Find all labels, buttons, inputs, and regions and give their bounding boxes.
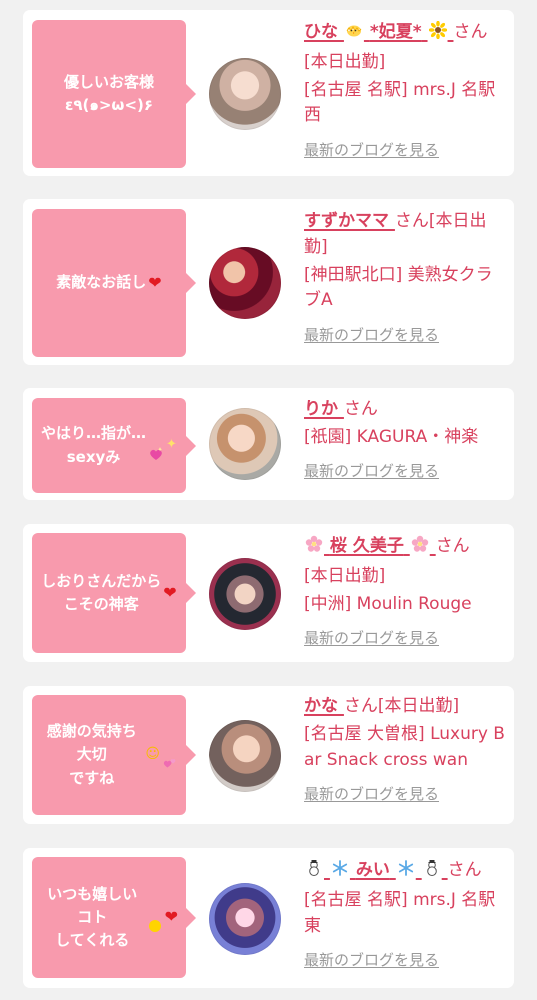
review-text: いつも嬉しいコト してくれる bbox=[47, 884, 138, 950]
name-suffix: さん bbox=[343, 399, 378, 419]
profile-avatar[interactable] bbox=[209, 720, 281, 792]
review-card-5: 感謝の気持ち大切 ですね ☺ かな さん[本日出勤] [名古屋 大曽根] Lux… bbox=[23, 686, 514, 824]
name-line: りか さん bbox=[304, 397, 507, 423]
name-line: みい さん bbox=[304, 858, 507, 886]
profile-name: 桜 久美子 bbox=[329, 536, 404, 556]
snowflake-icon bbox=[331, 859, 349, 886]
snowman-icon bbox=[423, 859, 441, 886]
shop-location: [神田駅北口] 美熟女クラブA bbox=[304, 264, 493, 311]
name-suffix-and-status: さん[本日出勤] bbox=[343, 696, 460, 716]
latest-blog-link[interactable]: 最新のブログを見る bbox=[304, 628, 507, 649]
profile-info: みい さん [名古屋 名駅] mrs.J 名駅東 最新のブログを見る bbox=[304, 858, 507, 971]
review-card-2: 素敵なお話し ❤ すずかママ さん[本日出勤] [神田駅北口] 美熟女クラブA … bbox=[23, 199, 514, 365]
profile-name-link[interactable]: りか bbox=[304, 399, 344, 419]
profile-info: すずかママ さん[本日出勤] [神田駅北口] 美熟女クラブA 最新のブログを見る bbox=[304, 209, 507, 346]
name-line: かな さん[本日出勤] bbox=[304, 694, 507, 720]
profile-avatar[interactable] bbox=[209, 883, 281, 955]
review-bubble: しおりさんだから こその神客 ❤ bbox=[32, 533, 186, 653]
review-text: 優しいお客様 ε٩(๑>ω<)۶ bbox=[63, 72, 154, 114]
red-heart-icon: ❤ bbox=[148, 272, 162, 292]
sparkling-heart-icon bbox=[148, 422, 164, 469]
attendance-status: [本日出勤] bbox=[304, 51, 386, 72]
name-suffix: さん bbox=[447, 860, 482, 880]
latest-blog-link[interactable]: 最新のブログを見る bbox=[304, 950, 507, 971]
shop-location: [名古屋 大曽根] Luxury Bar Snack cross wan bbox=[304, 723, 505, 770]
smiling-face-icon: ☺ bbox=[145, 746, 160, 763]
review-card-6: いつも嬉しいコト してくれる ❤ みい さん [名古屋 名駅] mrs.J 名駅… bbox=[23, 848, 514, 988]
sparkles-icon: ✦ bbox=[166, 437, 177, 453]
name-suffix: さん bbox=[435, 536, 470, 556]
hatching-chick-icon bbox=[345, 21, 363, 48]
profile-name-decoration: *妃夏* bbox=[369, 22, 422, 42]
profile-name: かな bbox=[304, 696, 338, 716]
latest-blog-link[interactable]: 最新のブログを見る bbox=[304, 461, 507, 482]
shop-location: [祇園] KAGURA・神楽 bbox=[304, 426, 479, 447]
profile-name-link[interactable]: 桜 久美子 bbox=[304, 535, 436, 556]
profile-name-link[interactable]: かな bbox=[304, 696, 344, 716]
yellow-dot-icon bbox=[147, 894, 163, 941]
profile-name: ひな bbox=[304, 22, 338, 42]
review-text: 素敵なお話し bbox=[56, 273, 147, 292]
cherry-blossom-icon bbox=[411, 535, 429, 562]
red-heart-icon: ❤ bbox=[164, 907, 178, 927]
latest-blog-link[interactable]: 最新のブログを見る bbox=[304, 325, 507, 346]
profile-info: 桜 久美子 さん [本日出勤] [中洲] Moulin Rouge 最新のブログ… bbox=[304, 534, 507, 649]
cherry-blossom-icon bbox=[305, 535, 323, 562]
name-line: ひな *妃夏* さん bbox=[304, 20, 507, 48]
name-suffix: さん bbox=[453, 22, 488, 42]
sunflower-icon bbox=[428, 20, 447, 48]
review-bubble: 素敵なお話し ❤ bbox=[32, 209, 186, 357]
review-card-3: やはり…指が… sexyみ ✦ りか さん [祇園] KAGURA・神楽 最新の… bbox=[23, 388, 514, 500]
profile-info: かな さん[本日出勤] [名古屋 大曽根] Luxury Bar Snack c… bbox=[304, 694, 507, 805]
profile-avatar[interactable] bbox=[209, 558, 281, 630]
shop-location: [名古屋 名駅] mrs.J 名駅西 bbox=[304, 79, 496, 126]
profile-name: すずかママ bbox=[304, 211, 389, 231]
latest-blog-link[interactable]: 最新のブログを見る bbox=[304, 784, 507, 805]
review-bubble: 感謝の気持ち大切 ですね ☺ bbox=[32, 695, 186, 815]
shop-location: [中洲] Moulin Rouge bbox=[304, 593, 472, 614]
name-line: 桜 久美子 さん bbox=[304, 534, 507, 562]
profile-name-link[interactable]: みい bbox=[304, 860, 448, 880]
review-bubble: 優しいお客様 ε٩(๑>ω<)۶ bbox=[32, 20, 186, 168]
profile-avatar[interactable] bbox=[209, 408, 281, 480]
attendance-status: [本日出勤] bbox=[304, 565, 386, 586]
red-heart-icon: ❤ bbox=[163, 582, 177, 602]
review-text: 感謝の気持ち大切 ですね bbox=[46, 722, 137, 787]
profile-name: りか bbox=[304, 399, 338, 419]
review-text: やはり…指が… sexyみ bbox=[41, 424, 147, 466]
profile-name-link[interactable]: ひな *妃夏* bbox=[304, 20, 453, 42]
review-card-4: しおりさんだから こその神客 ❤ 桜 久美子 さん [本日出勤] [中洲] Mo… bbox=[23, 524, 514, 662]
profile-avatar[interactable] bbox=[209, 247, 281, 319]
latest-blog-link[interactable]: 最新のブログを見る bbox=[304, 140, 507, 161]
snowflake-icon bbox=[397, 859, 415, 886]
review-bubble: やはり…指が… sexyみ ✦ bbox=[32, 398, 186, 493]
review-bubble: いつも嬉しいコト してくれる ❤ bbox=[32, 857, 186, 978]
profile-info: りか さん [祇園] KAGURA・神楽 最新のブログを見る bbox=[304, 397, 507, 482]
review-card-1: 優しいお客様 ε٩(๑>ω<)۶ ひな *妃夏* さん [本日出勤] [名古屋 … bbox=[23, 10, 514, 176]
profile-avatar[interactable] bbox=[209, 58, 281, 130]
profile-name: みい bbox=[355, 860, 390, 880]
name-line: すずかママ さん[本日出勤] bbox=[304, 209, 507, 261]
profile-name-link[interactable]: すずかママ bbox=[304, 211, 395, 231]
profile-info: ひな *妃夏* さん [本日出勤] [名古屋 名駅] mrs.J 名駅西 最新の… bbox=[304, 20, 507, 161]
review-text: しおりさんだから こその神客 bbox=[41, 571, 162, 613]
two-hearts-icon bbox=[162, 732, 178, 779]
snowman-icon bbox=[305, 859, 323, 886]
shop-location: [名古屋 名駅] mrs.J 名駅東 bbox=[304, 889, 496, 936]
